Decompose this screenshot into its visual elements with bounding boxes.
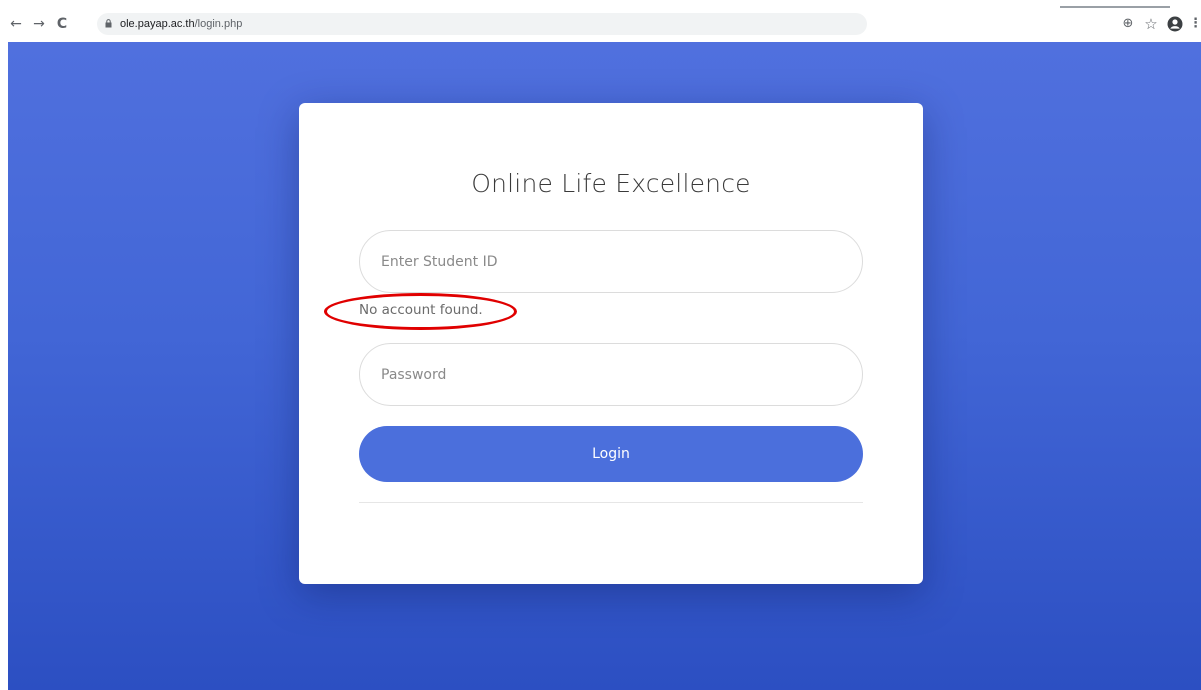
error-highlight-circle (324, 293, 517, 330)
browser-toolbar: ← → C ole.payap.ac.th/login.php ⊕ ☆ ⋮ (0, 0, 1201, 42)
back-arrow-icon[interactable]: ← (8, 16, 24, 32)
url-text: ole.payap.ac.th/login.php (120, 16, 242, 32)
star-icon[interactable]: ☆ (1143, 16, 1159, 32)
url-host: ole.payap.ac.th (120, 18, 195, 30)
lock-icon (105, 19, 112, 28)
url-path: /login.php (194, 18, 243, 30)
page-title: Online Life Excellence (471, 169, 751, 198)
forward-arrow-icon[interactable]: → (31, 16, 47, 32)
tab-strip-edge (1060, 6, 1170, 8)
zoom-icon[interactable]: ⊕ (1120, 16, 1136, 32)
student-id-input[interactable] (359, 230, 863, 293)
login-button[interactable]: Login (359, 426, 863, 482)
address-bar[interactable]: ole.payap.ac.th/login.php (97, 13, 867, 35)
login-card: Online Life Excellence No account found.… (299, 103, 923, 584)
menu-icon[interactable]: ⋮ (1189, 16, 1201, 32)
divider (359, 502, 863, 503)
password-input[interactable] (359, 343, 863, 406)
reload-icon[interactable]: C (54, 16, 70, 32)
profile-icon[interactable] (1167, 16, 1183, 32)
